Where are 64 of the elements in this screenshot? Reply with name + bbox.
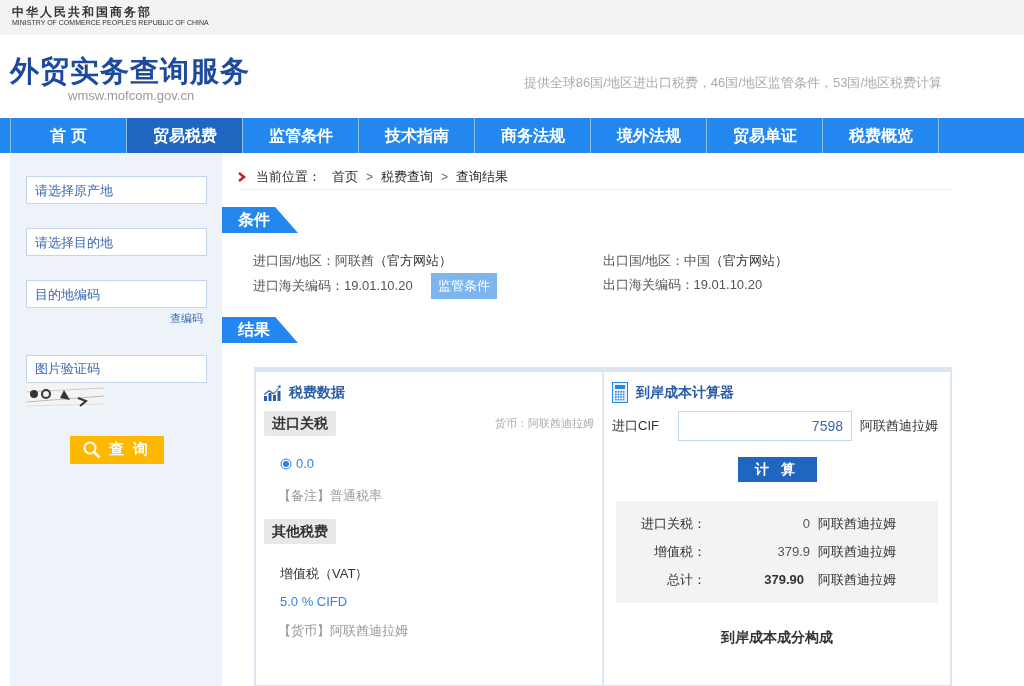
code-lookup-link[interactable]: 查编码 xyxy=(170,310,203,327)
chart-icon xyxy=(264,384,281,401)
radio-button[interactable] xyxy=(280,457,292,470)
official-site-link[interactable]: （官方网站） xyxy=(373,249,452,273)
nav-tab[interactable]: 境外法规 xyxy=(590,118,706,153)
breadcrumb-label: 当前位置： xyxy=(256,168,321,187)
panel-title: 到岸成本计算器 xyxy=(636,383,734,402)
section-heading: 条件 xyxy=(222,207,298,233)
destination-field[interactable]: 请选择目的地 xyxy=(26,228,207,256)
code-field[interactable]: 目的地编码 xyxy=(26,280,207,308)
section-heading: 结果 xyxy=(222,317,298,343)
unit-label: 阿联酋迪拉姆 xyxy=(818,543,896,561)
breakdown-title: 到岸成本成分构成 xyxy=(721,628,833,647)
rate-option[interactable]: 0.0 xyxy=(280,454,594,474)
note-text: 【备注】普通税率 xyxy=(278,486,383,505)
captcha-field[interactable]: 图片验证码 xyxy=(26,354,207,383)
panel-title: 税费数据 xyxy=(289,383,345,402)
nav-tab[interactable]: 技术指南 xyxy=(358,118,474,153)
currency-note: 【货币】阿联酋迪拉姆 xyxy=(278,622,409,640)
nav-tab[interactable]: 贸易单证 xyxy=(706,118,822,153)
field-value: 19.01.10.20 xyxy=(344,277,413,295)
field-label: 进口海关编码： xyxy=(253,277,344,295)
ministry-name: 中华人民共和国商务部 xyxy=(12,5,153,19)
breadcrumb-link[interactable]: 税费查询 xyxy=(380,167,434,187)
nav-tab[interactable]: 商务法规 xyxy=(474,118,590,153)
tax-rate: 5.0 % CIFD xyxy=(280,592,349,611)
field-label: 出口国/地区： xyxy=(602,252,685,270)
site-title: 外贸实务查询服务 xyxy=(10,54,250,89)
origin-field[interactable]: 请选择原产地 xyxy=(26,176,207,204)
breadcrumb-link[interactable]: 首页 xyxy=(331,167,359,187)
field-value: 19.01.10.20 xyxy=(693,276,763,294)
summary-value: 379.9 xyxy=(776,543,810,561)
regulation-button[interactable]: 监管条件 xyxy=(430,273,497,299)
chevron-icon xyxy=(238,172,246,182)
unit-label: 阿联酋迪拉姆 xyxy=(818,571,896,589)
field-value: 中国 xyxy=(684,252,711,270)
breadcrumb-link[interactable]: 查询结果 xyxy=(455,167,510,187)
calculator-icon xyxy=(612,382,628,403)
field-label: 进口CIF xyxy=(612,417,660,436)
section-tag: 进口关税 xyxy=(264,411,336,436)
nav-tab[interactable]: 监管条件 xyxy=(242,118,358,153)
site-tagline: 提供全球86国/地区进出口税费，46国/地区监管条件，53国/地区税费计算 xyxy=(523,74,942,92)
unit-label: 阿联酋迪拉姆 xyxy=(860,417,938,436)
official-site-link[interactable]: （官方网站） xyxy=(710,249,789,273)
cif-input[interactable]: 7598 xyxy=(678,411,852,441)
unit-label: 阿联酋迪拉姆 xyxy=(818,515,896,533)
currency-label: 货币：阿联酋迪拉姆 xyxy=(495,416,594,432)
nav-tab[interactable]: 贸易税费 xyxy=(126,118,242,153)
summary-value: 379.90 xyxy=(763,571,805,589)
summary-label: 总计： xyxy=(666,571,706,589)
summary-label: 进口关税： xyxy=(640,515,706,533)
breadcrumb-separator: > xyxy=(366,169,373,186)
tax-name: 增值税（VAT） xyxy=(280,565,370,583)
site-domain: wmsw.mofcom.gov.cn xyxy=(68,89,196,103)
nav-tab[interactable]: 税费概览 xyxy=(822,118,938,153)
field-value: 阿联酋 xyxy=(334,252,374,270)
section-tag: 其他税费 xyxy=(264,519,336,544)
breadcrumb-separator: > xyxy=(441,169,449,186)
field-label: 出口海关编码： xyxy=(602,276,694,294)
search-icon xyxy=(83,440,102,459)
field-label: 进口国/地区： xyxy=(253,252,335,270)
calculate-button[interactable]: 计 算 xyxy=(737,457,817,482)
summary-value: 0 xyxy=(801,515,810,533)
summary-label: 增值税： xyxy=(653,543,706,561)
